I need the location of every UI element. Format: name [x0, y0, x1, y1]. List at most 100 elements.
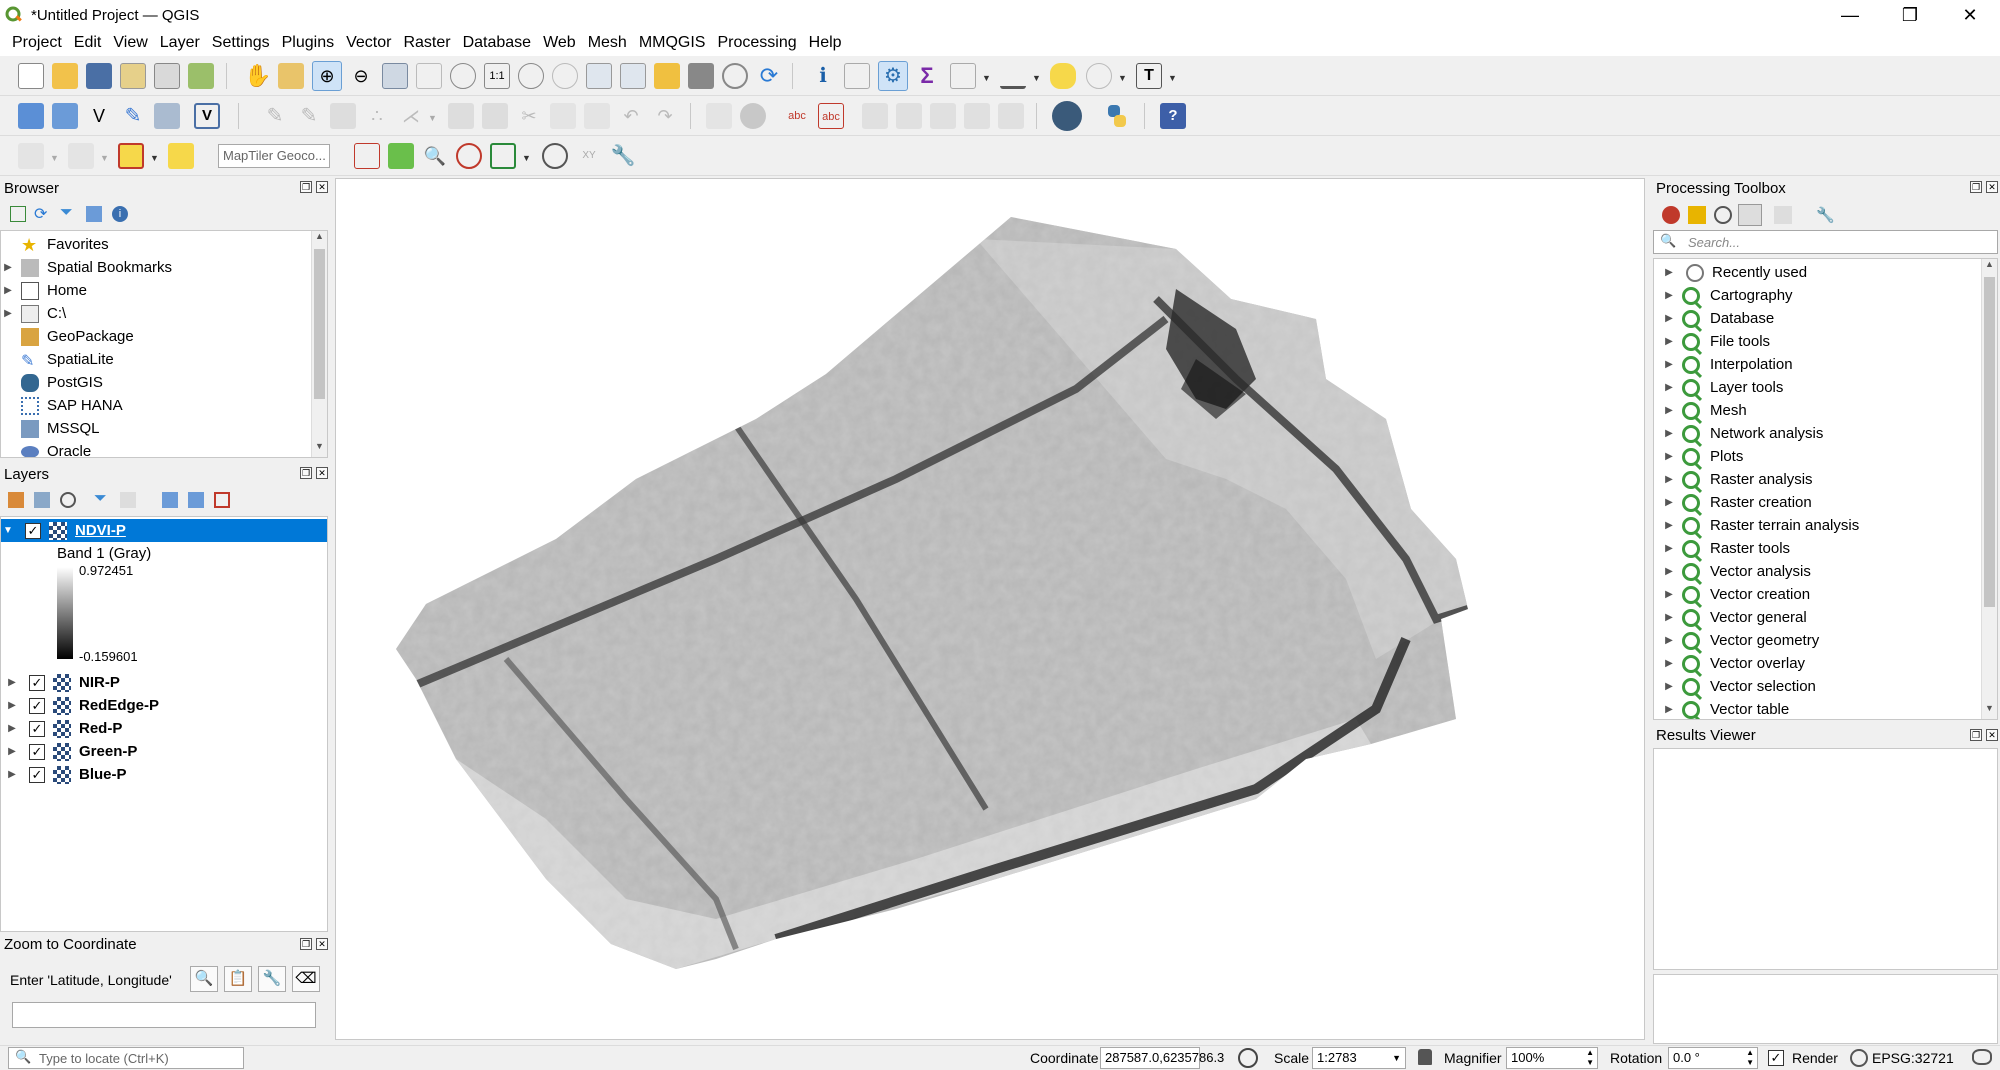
- float-button[interactable]: ❐: [1970, 729, 1982, 741]
- settings-wrench-icon[interactable]: 🔧: [258, 966, 286, 992]
- georeferencer-icon[interactable]: [354, 143, 380, 169]
- browser-item-favorites[interactable]: ★ Favorites: [1, 233, 109, 256]
- layer-row-nir[interactable]: ▶ ✓ NIR-P: [1, 671, 120, 694]
- expand-arrow-icon[interactable]: ▶: [5, 700, 19, 711]
- info-icon[interactable]: i: [112, 206, 128, 222]
- zoom-circle-icon[interactable]: [456, 143, 482, 169]
- models-icon[interactable]: [1662, 206, 1680, 224]
- processing-item-vector-table[interactable]: ▶ Vector table: [1662, 698, 1789, 719]
- layer-visibility-checkbox[interactable]: ✓: [29, 697, 45, 714]
- browser-item-mssql[interactable]: MSSQL: [1, 417, 100, 440]
- browser-item-geopackage[interactable]: GeoPackage: [1, 325, 134, 348]
- style-manager-icon[interactable]: [188, 63, 214, 89]
- expand-arrow-icon[interactable]: ▶: [5, 769, 19, 780]
- close-panel-button[interactable]: ✕: [1986, 729, 1998, 741]
- browser-item-home[interactable]: ▶ Home: [1, 279, 87, 302]
- zoom-tool-icon[interactable]: 🔍: [422, 143, 448, 169]
- processing-item-layer-tools[interactable]: ▶ Layer tools: [1662, 376, 1783, 399]
- processing-item-raster-creation[interactable]: ▶ Raster creation: [1662, 491, 1812, 514]
- select-location-icon[interactable]: [168, 143, 194, 169]
- add-selected-icon[interactable]: [10, 206, 26, 222]
- layer-visibility-checkbox[interactable]: ✓: [29, 743, 45, 760]
- zoom-in-icon[interactable]: ⊕: [312, 61, 342, 91]
- map-tips-icon[interactable]: [1050, 63, 1076, 89]
- add-virtual-layer-icon[interactable]: V: [194, 103, 220, 129]
- open-project-icon[interactable]: [52, 63, 78, 89]
- menu-vector[interactable]: Vector: [340, 30, 397, 56]
- map-canvas[interactable]: [335, 178, 1645, 1040]
- close-panel-button[interactable]: ✕: [316, 467, 328, 479]
- browser-item-oracle[interactable]: Oracle: [1, 440, 91, 457]
- chevron-down-icon[interactable]: ▼: [1032, 73, 1042, 83]
- processing-item-raster-terrain-analysis[interactable]: ▶ Raster terrain analysis: [1662, 514, 1859, 537]
- data-source-manager-icon[interactable]: [18, 103, 44, 129]
- zoom-full-icon[interactable]: [382, 63, 408, 89]
- chevron-down-icon[interactable]: ▼: [150, 153, 160, 163]
- processing-item-mesh[interactable]: ▶ Mesh: [1662, 399, 1747, 422]
- render-checkbox[interactable]: ✓: [1768, 1050, 1784, 1066]
- layer-row-blue[interactable]: ▶ ✓ Blue-P: [1, 763, 127, 786]
- collapse-all-icon[interactable]: [188, 492, 204, 508]
- processing-item-vector-general[interactable]: ▶ Vector general: [1662, 606, 1807, 629]
- label-blocking-icon[interactable]: abc: [818, 103, 844, 129]
- crs-label[interactable]: EPSG:32721: [1872, 1050, 1954, 1066]
- scripts-icon[interactable]: [1688, 206, 1706, 224]
- expand-all-icon[interactable]: [162, 492, 178, 508]
- menu-mmqgis[interactable]: MMQGIS: [633, 30, 712, 56]
- messages-icon[interactable]: [1972, 1049, 1992, 1065]
- attribute-table-icon[interactable]: [844, 63, 870, 89]
- new-bookmark-icon[interactable]: [654, 63, 680, 89]
- layer-visibility-checkbox[interactable]: ✓: [29, 720, 45, 737]
- processing-item-vector-analysis[interactable]: ▶ Vector analysis: [1662, 560, 1811, 583]
- processing-item-database[interactable]: ▶ Database: [1662, 307, 1774, 330]
- zoom-out-icon[interactable]: ⊖: [348, 63, 374, 89]
- layer-row-red[interactable]: ▶ ✓ Red-P: [1, 717, 122, 740]
- close-panel-button[interactable]: ✕: [316, 938, 328, 950]
- zoom-to-icon[interactable]: 🔍: [190, 966, 218, 992]
- spin-arrows-icon[interactable]: ▲ ▼: [1586, 1048, 1594, 1068]
- temporal-controller-icon[interactable]: [722, 63, 748, 89]
- processing-item-recently-used[interactable]: ▶ Recently used: [1662, 261, 1807, 284]
- menu-edit[interactable]: Edit: [68, 30, 108, 56]
- processing-item-network-analysis[interactable]: ▶ Network analysis: [1662, 422, 1823, 445]
- processing-search-input[interactable]: 🔍 Search...: [1653, 230, 1998, 254]
- refresh-icon[interactable]: ⟳: [34, 204, 47, 224]
- locator-input[interactable]: 🔍 Type to locate (Ctrl+K): [8, 1047, 244, 1069]
- layer-row-ndvi[interactable]: ▼ ✓ NDVI-P: [1, 519, 327, 542]
- style-panel-icon[interactable]: [8, 492, 24, 508]
- plugin-globe-icon[interactable]: [1052, 101, 1082, 131]
- collapse-arrow-icon[interactable]: ▼: [1, 525, 15, 536]
- deselect-all-icon[interactable]: [118, 143, 144, 169]
- float-button[interactable]: ❐: [300, 181, 312, 193]
- float-button[interactable]: ❐: [300, 938, 312, 950]
- browser-scrollbar[interactable]: ▲ ▼: [311, 231, 327, 457]
- menu-plugins[interactable]: Plugins: [276, 30, 340, 56]
- browser-item-c-drive[interactable]: ▶ C:\: [1, 302, 66, 325]
- manage-visibility-icon[interactable]: [60, 492, 76, 508]
- browser-item-postgis[interactable]: PostGIS: [1, 371, 103, 394]
- options-wrench-icon[interactable]: 🔧: [1816, 206, 1835, 224]
- float-button[interactable]: ❐: [300, 467, 312, 479]
- layer-visibility-checkbox[interactable]: ✓: [29, 766, 45, 783]
- menu-view[interactable]: View: [107, 30, 153, 56]
- minimize-button[interactable]: —: [1820, 0, 1880, 30]
- coordinate-field[interactable]: 287587.0,6235786.3: [1100, 1047, 1224, 1069]
- menu-settings[interactable]: Settings: [206, 30, 276, 56]
- save-as-icon[interactable]: [120, 63, 146, 89]
- wrench-tool-icon[interactable]: 🔧: [610, 143, 636, 169]
- processing-item-file-tools[interactable]: ▶ File tools: [1662, 330, 1770, 353]
- maximize-button[interactable]: ❐: [1880, 0, 1940, 30]
- browser-item-sap-hana[interactable]: SAP HANA: [1, 394, 123, 417]
- save-project-icon[interactable]: [86, 63, 112, 89]
- refresh-icon[interactable]: ⟳: [756, 63, 782, 89]
- menu-web[interactable]: Web: [537, 30, 582, 56]
- layer-row-rededge[interactable]: ▶ ✓ RedEdge-P: [1, 694, 159, 717]
- open-table-icon[interactable]: [950, 63, 976, 89]
- measure-line-icon[interactable]: [1000, 63, 1026, 89]
- menu-database[interactable]: Database: [457, 30, 538, 56]
- processing-toolbox-icon[interactable]: ⚙: [878, 61, 908, 91]
- processing-item-raster-analysis[interactable]: ▶ Raster analysis: [1662, 468, 1813, 491]
- processing-item-vector-selection[interactable]: ▶ Vector selection: [1662, 675, 1816, 698]
- filter-icon[interactable]: ⏷: [60, 204, 73, 222]
- new-3d-view-icon[interactable]: [620, 63, 646, 89]
